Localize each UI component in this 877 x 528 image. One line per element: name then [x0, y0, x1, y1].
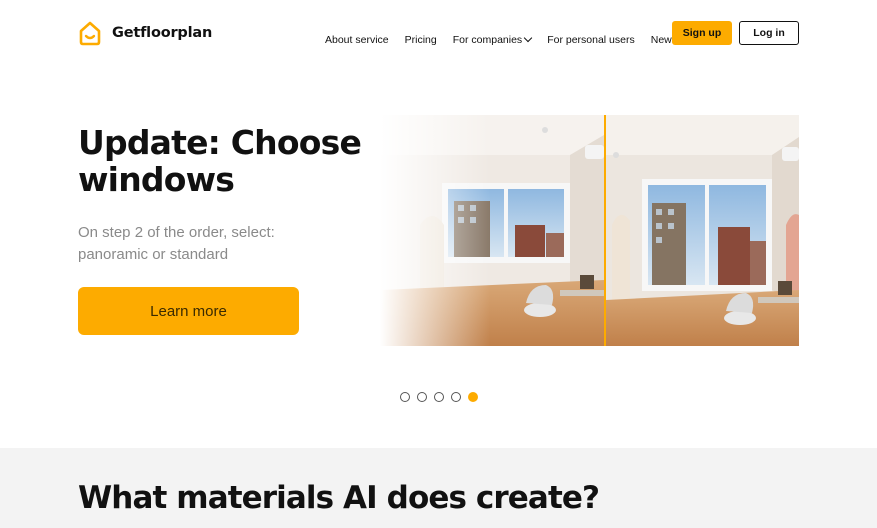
carousel-dots	[400, 392, 478, 402]
learn-more-button[interactable]: Learn more	[78, 287, 299, 335]
brand-name: Getfloorplan	[112, 25, 213, 41]
nav-for-companies-label: For companies	[452, 34, 523, 46]
site-header: Getfloorplan About service Pricing For c…	[0, 0, 877, 70]
hero-subtitle: On step 2 of the order, select: panorami…	[78, 224, 275, 263]
logo[interactable]: Getfloorplan	[78, 20, 212, 46]
carousel-dot-1[interactable]	[400, 392, 410, 402]
nav-for-personal-users[interactable]: For personal users	[547, 34, 635, 46]
house-logo-icon	[79, 21, 101, 46]
room-comparison-image	[380, 115, 799, 346]
materials-title: What materials AI does create?	[78, 480, 600, 516]
sign-up-button[interactable]: Sign up	[672, 21, 732, 45]
nav-about-service[interactable]: About service	[325, 34, 389, 46]
materials-section: What materials AI does create?	[0, 448, 877, 528]
log-in-button[interactable]: Log in	[739, 21, 799, 45]
hero-title: Update: Choose windows	[78, 123, 362, 199]
nav-for-companies[interactable]: For companies	[452, 33, 533, 46]
main-nav: About service Pricing For companies For …	[325, 33, 693, 46]
carousel-dot-5-active[interactable]	[468, 392, 478, 402]
carousel-dot-4[interactable]	[451, 392, 461, 402]
carousel-dot-2[interactable]	[417, 392, 427, 402]
carousel-dot-3[interactable]	[434, 392, 444, 402]
nav-pricing[interactable]: Pricing	[405, 34, 437, 46]
chevron-down-icon	[523, 33, 533, 43]
